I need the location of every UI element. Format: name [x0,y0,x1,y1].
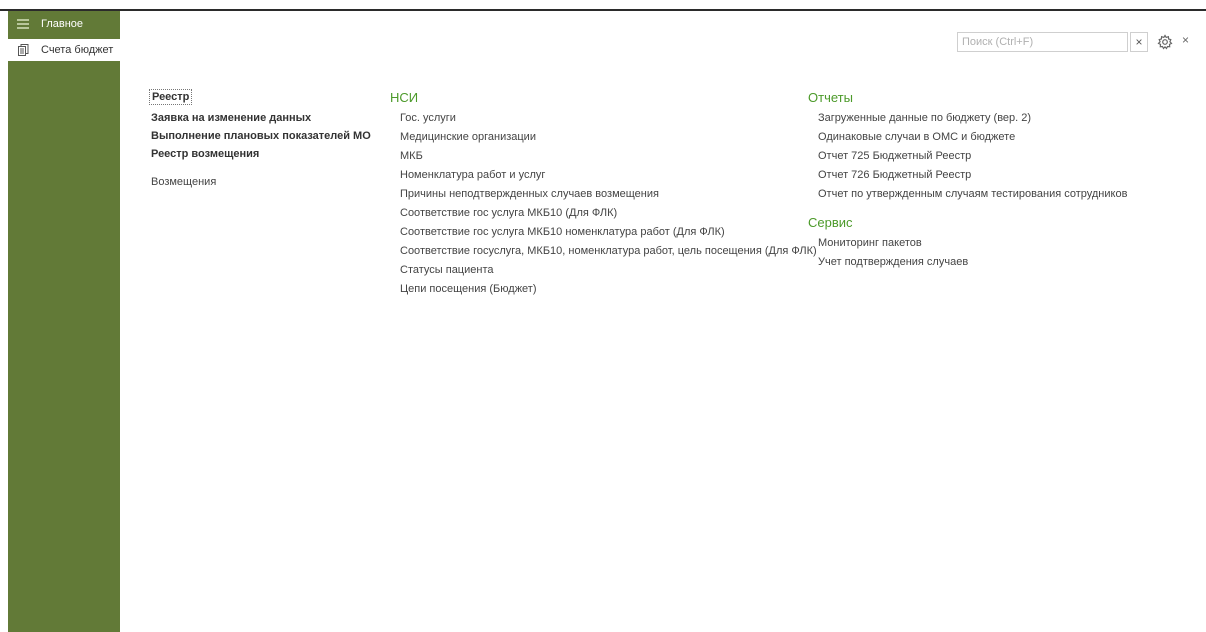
sidebar-item-main[interactable]: Главное [8,14,120,34]
top-border [0,9,1206,11]
service-item[interactable]: Мониторинг пакетов [818,234,1127,253]
sidebar-item-label: Главное [41,18,84,30]
nsi-item[interactable]: Соответствие гос услуга МКБ10 номенклату… [400,223,817,242]
nsi-item[interactable]: Номенклатура работ и услуг [400,166,817,185]
sidebar: Главное Счета бюджет [8,11,120,632]
search-input[interactable] [958,33,1127,51]
nsi-section: НСИ Гос. услуги Медицинские организации … [390,88,817,299]
data-change-request-link[interactable]: Заявка на изменение данных [151,109,371,127]
reimbursements-link[interactable]: Возмещения [151,176,371,188]
reports-service-column: Отчеты Загруженные данные по бюджету (ве… [808,88,1127,272]
nsi-item[interactable]: Статусы пациента [400,261,817,280]
menu-icon [16,19,30,29]
nsi-item[interactable]: МКБ [400,147,817,166]
report-item[interactable]: Одинаковые случаи в ОМС и бюджете [818,128,1127,147]
search-field[interactable] [957,32,1128,52]
main-column-1: Реестр Заявка на изменение данных Выполн… [149,89,371,188]
service-title: Сервис [808,215,853,230]
report-item[interactable]: Отчет по утвержденным случаям тестирован… [818,185,1127,204]
search-clear-button[interactable]: × [1130,32,1148,52]
nsi-item[interactable]: Медицинские организации [400,128,817,147]
document-stack-icon [16,44,30,56]
service-item[interactable]: Учет подтверждения случаев [818,253,1127,272]
nsi-item[interactable]: Гос. услуги [400,109,817,128]
nsi-item[interactable]: Соответствие госуслуга, МКБ10, номенклат… [400,242,817,261]
reports-title: Отчеты [808,90,853,105]
registry-link[interactable]: Реестр [149,89,193,105]
sidebar-item-budget-accounts[interactable]: Счета бюджет [8,39,120,61]
gear-icon[interactable] [1157,34,1173,50]
report-item[interactable]: Отчет 726 Бюджетный Реестр [818,166,1127,185]
reimbursement-registry-link[interactable]: Реестр возмещения [151,145,371,163]
report-item[interactable]: Загруженные данные по бюджету (вер. 2) [818,109,1127,128]
close-button[interactable]: × [1182,33,1189,47]
plan-indicators-link[interactable]: Выполнение плановых показателей МО [151,127,371,145]
nsi-title: НСИ [390,90,419,105]
report-item[interactable]: Отчет 725 Бюджетный Реестр [818,147,1127,166]
nsi-item[interactable]: Соответствие гос услуга МКБ10 (Для ФЛК) [400,204,817,223]
nsi-item[interactable]: Цепи посещения (Бюджет) [400,280,817,299]
nsi-item[interactable]: Причины неподтвержденных случаев возмеще… [400,185,817,204]
sidebar-item-label: Счета бюджет [41,44,114,56]
